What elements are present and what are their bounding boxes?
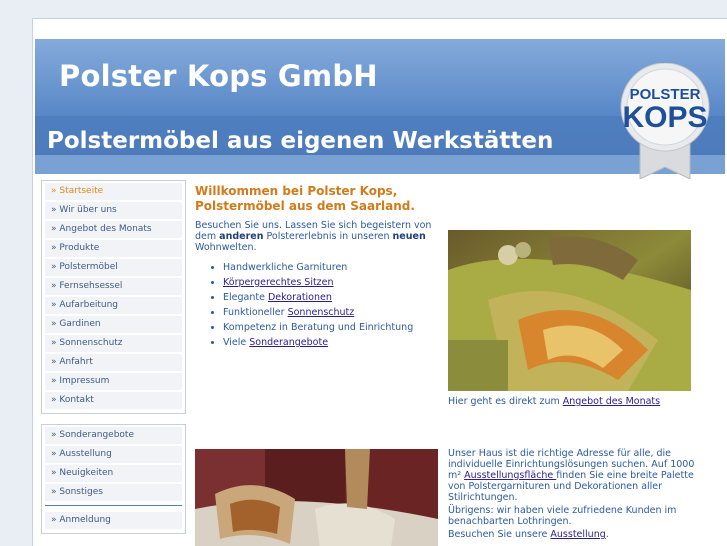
about-text: Besuchen Sie unsere [448,529,551,540]
feature-item: Elegante Dekorationen [223,290,453,305]
menu-item-ausstellung[interactable]: » Ausstellung [45,446,182,464]
feature-item: Funktioneller Sonnenschutz [223,305,453,320]
feature-item: Kompetenz in Beratung und Einrichtung [223,320,453,335]
feature-text: Viele [223,337,250,348]
tagline: Polstermöbel aus eigenen Werkstätten [47,128,554,154]
link-ausstellungsflaeche[interactable]: Ausstellungsfläche [464,470,556,481]
menu-item-sonnenschutz[interactable]: » Sonnenschutz [45,335,182,353]
welcome-heading: Willkommen bei Polster Kops, Polstermöbe… [195,184,435,214]
intro-part: Wohnwelten. [195,242,257,253]
caption-angebot: Hier geht es direkt zum Angebot des Mona… [448,396,660,407]
menu-item-impressum[interactable]: » Impressum [45,373,182,391]
link-sonderangebote[interactable]: Sonderangebote [249,337,328,348]
feature-item: Körpergerechtes Sitzen [223,275,453,290]
feature-item: Viele Sonderangebote [223,335,453,350]
intro-emphasis-anderen: anderen [219,231,264,242]
menu-item-wir-ueber-uns[interactable]: » Wir über uns [45,202,182,220]
menu-item-fernsehsessel[interactable]: » Fernsehsessel [45,278,182,296]
feature-text: Funktioneller [223,307,288,318]
feature-text: Elegante [223,292,268,303]
feature-item: Handwerkliche Garniture­n [223,260,453,275]
menu-item-kontakt[interactable]: » Kontakt [45,392,182,410]
about-text-3: Besuchen Sie unsere Ausstellung. [448,529,698,540]
living-room-photo [195,449,438,546]
feature-list: Handwerkliche Garniture­n Körpergerechte… [195,260,453,350]
about-text: . [605,529,609,540]
intro-emphasis-neuen: neuen [392,231,426,242]
logo-line2: KOPS [622,101,707,134]
intro-part: Polstererlebnis in unseren [263,231,393,242]
menu-item-polstermoebel[interactable]: » Polstermöbel [45,259,182,277]
about-paragraph: Unser Haus ist die richtige Adresse für … [448,448,698,542]
caption-text: Hier geht es direkt zum [448,396,563,407]
link-ausstellung[interactable]: Ausstellung [550,529,605,540]
menu-item-startseite[interactable]: » Startseite [45,183,182,201]
menu-item-sonderangebote[interactable]: » Sonderangebote [45,427,182,445]
welcome-line1: Willkommen bei Polster Kops, [195,184,398,198]
menu-item-angebot-des-monats[interactable]: » Angebot des Monats [45,221,182,239]
menu-item-aufarbeitung[interactable]: » Aufarbeitung [45,297,182,315]
link-angebot-des-monats[interactable]: Angebot des Monats [563,396,660,407]
link-dekorationen[interactable]: Dekorationen [268,292,332,303]
sidebar: » Startseite » Wir über uns » Angebot de… [41,180,186,544]
page: Polster Kops GmbH Polstermöbel aus eigen… [32,18,727,546]
link-sonnenschutz[interactable]: Sonnenschutz [288,307,355,318]
menu-item-gardinen[interactable]: » Gardinen [45,316,182,334]
about-text-2: Übrigens: wir haben viele zufriedene Kun… [448,505,677,527]
link-koerpergerechtes-sitzen[interactable]: Körpergerechtes Sitzen [223,277,334,288]
secondary-menu: » Sonderangebote » Ausstellung » Neuigke… [41,424,186,534]
sofa-cushions-photo [448,230,691,391]
site-header: Polster Kops GmbH Polstermöbel aus eigen… [35,39,725,179]
polster-kops-logo[interactable]: POLSTER KOPS [616,63,714,179]
feature-text: Kompetenz in Beratung und Einrichtung [223,322,414,333]
about-text-1: Unser Haus ist die richtige Adresse für … [448,448,698,503]
menu-item-produkte[interactable]: » Produkte [45,240,182,258]
menu-item-anmeldung[interactable]: » Anmeldung [45,512,182,530]
main-content: Willkommen bei Polster Kops, Polstermöbe… [195,184,725,546]
main-menu: » Startseite » Wir über uns » Angebot de… [41,180,186,414]
feature-text: Handwerkliche Garniture­n [223,262,348,273]
intro-text: Besuchen Sie uns. Lassen Sie sich begeis… [195,220,435,253]
welcome-line2: Polstermöbel aus dem Saarland. [195,199,415,213]
menu-item-anfahrt[interactable]: » Anfahrt [45,354,182,372]
menu-item-sonstiges[interactable]: » Sonstiges [45,484,182,502]
menu-item-neuigkeiten[interactable]: » Neuigkeiten [45,465,182,483]
menu-divider [45,505,182,506]
company-name: Polster Kops GmbH [59,59,378,93]
